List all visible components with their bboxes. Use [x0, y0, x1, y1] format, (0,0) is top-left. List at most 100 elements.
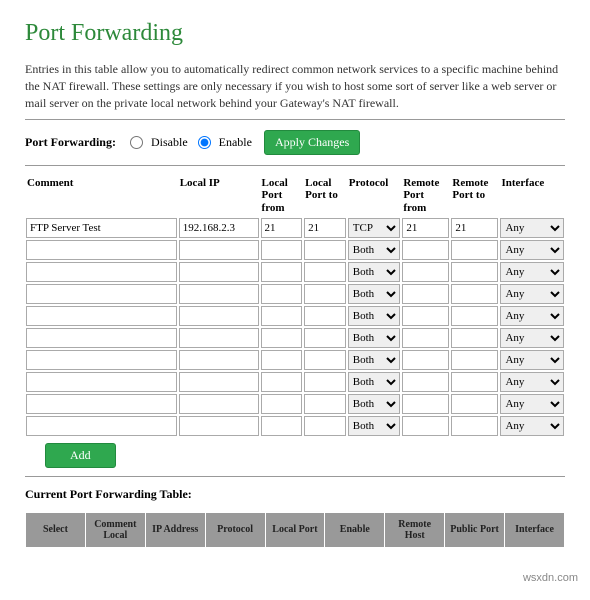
remote-port-from-input[interactable] [402, 372, 449, 392]
local-port-from-input[interactable] [261, 240, 303, 260]
interface-select[interactable]: Any [500, 284, 564, 304]
header-interface: Interface [499, 174, 565, 216]
local-ip-input[interactable] [179, 306, 259, 326]
local-port-to-input[interactable] [304, 284, 346, 304]
protocol-select[interactable]: Both [348, 416, 401, 436]
remote-port-to-input[interactable] [451, 328, 498, 348]
remote-port-from-input[interactable] [402, 328, 449, 348]
local-ip-input[interactable] [179, 394, 259, 414]
table-row: Both Any [25, 349, 565, 371]
local-ip-input[interactable] [179, 328, 259, 348]
local-port-to-input[interactable] [304, 306, 346, 326]
local-port-to-input[interactable] [304, 350, 346, 370]
interface-select[interactable]: Any [500, 240, 564, 260]
remote-port-to-input[interactable] [451, 262, 498, 282]
local-port-to-input[interactable] [304, 218, 346, 238]
remote-port-from-input[interactable] [402, 218, 449, 238]
table-row: TCP Any [25, 217, 565, 239]
port-forwarding-entry-table: Comment Local IP Local Port from Local P… [25, 174, 565, 436]
port-forwarding-toggle-row: Port Forwarding: Disable Enable Apply Ch… [25, 130, 565, 155]
protocol-select[interactable]: TCP [348, 218, 401, 238]
local-port-from-input[interactable] [261, 262, 303, 282]
comment-input[interactable] [26, 306, 177, 326]
local-port-from-input[interactable] [261, 328, 303, 348]
local-port-from-input[interactable] [261, 372, 303, 392]
interface-select[interactable]: Any [500, 372, 564, 392]
protocol-select[interactable]: Both [348, 262, 401, 282]
header-comment: Comment [25, 174, 178, 216]
disable-label: Disable [151, 135, 188, 150]
local-port-to-input[interactable] [304, 240, 346, 260]
comment-input[interactable] [26, 350, 177, 370]
table-row: Both Any [25, 261, 565, 283]
local-ip-input[interactable] [179, 240, 259, 260]
comment-input[interactable] [26, 262, 177, 282]
table-row: Both Any [25, 305, 565, 327]
enable-radio[interactable] [198, 136, 211, 149]
local-port-from-input[interactable] [261, 350, 303, 370]
local-port-to-input[interactable] [304, 372, 346, 392]
comment-input[interactable] [26, 416, 177, 436]
interface-select[interactable]: Any [500, 350, 564, 370]
local-port-to-input[interactable] [304, 416, 346, 436]
comment-input[interactable] [26, 328, 177, 348]
remote-port-to-input[interactable] [451, 350, 498, 370]
divider [25, 165, 565, 166]
remote-port-to-input[interactable] [451, 306, 498, 326]
local-port-to-input[interactable] [304, 328, 346, 348]
protocol-select[interactable]: Both [348, 240, 401, 260]
header-protocol: Protocol [347, 174, 402, 216]
protocol-select[interactable]: Both [348, 350, 401, 370]
remote-port-to-input[interactable] [451, 284, 498, 304]
remote-port-from-input[interactable] [402, 240, 449, 260]
interface-select[interactable]: Any [500, 394, 564, 414]
add-button[interactable]: Add [45, 443, 116, 468]
comment-input[interactable] [26, 372, 177, 392]
table-row: Both Any [25, 393, 565, 415]
protocol-select[interactable]: Both [348, 372, 401, 392]
remote-port-to-input[interactable] [451, 394, 498, 414]
local-ip-input[interactable] [179, 350, 259, 370]
local-ip-input[interactable] [179, 262, 259, 282]
remote-port-to-input[interactable] [451, 372, 498, 392]
remote-port-from-input[interactable] [402, 416, 449, 436]
local-port-from-input[interactable] [261, 306, 303, 326]
remote-port-to-input[interactable] [451, 240, 498, 260]
comment-input[interactable] [26, 394, 177, 414]
interface-select[interactable]: Any [500, 262, 564, 282]
interface-select[interactable]: Any [500, 328, 564, 348]
remote-port-from-input[interactable] [402, 306, 449, 326]
table-row: Both Any [25, 239, 565, 261]
remote-port-from-input[interactable] [402, 350, 449, 370]
remote-port-to-input[interactable] [451, 416, 498, 436]
interface-select[interactable]: Any [500, 306, 564, 326]
local-port-to-input[interactable] [304, 394, 346, 414]
protocol-select[interactable]: Both [348, 328, 401, 348]
disable-radio[interactable] [130, 136, 143, 149]
local-ip-input[interactable] [179, 284, 259, 304]
local-ip-input[interactable] [179, 218, 259, 238]
interface-select[interactable]: Any [500, 218, 564, 238]
local-port-from-input[interactable] [261, 394, 303, 414]
current-header-local-port: Local Port [265, 512, 325, 547]
comment-input[interactable] [26, 240, 177, 260]
local-port-from-input[interactable] [261, 416, 303, 436]
table-header-row: Comment Local IP Local Port from Local P… [25, 174, 565, 216]
local-port-to-input[interactable] [304, 262, 346, 282]
local-port-from-input[interactable] [261, 218, 303, 238]
protocol-select[interactable]: Both [348, 306, 401, 326]
remote-port-from-input[interactable] [402, 284, 449, 304]
local-ip-input[interactable] [179, 416, 259, 436]
remote-port-to-input[interactable] [451, 218, 498, 238]
protocol-select[interactable]: Both [348, 284, 401, 304]
protocol-select[interactable]: Both [348, 394, 401, 414]
local-ip-input[interactable] [179, 372, 259, 392]
comment-input[interactable] [26, 284, 177, 304]
remote-port-from-input[interactable] [402, 394, 449, 414]
remote-port-from-input[interactable] [402, 262, 449, 282]
interface-select[interactable]: Any [500, 416, 564, 436]
current-header-ip-address: IP Address [145, 512, 205, 547]
local-port-from-input[interactable] [261, 284, 303, 304]
apply-changes-button[interactable]: Apply Changes [264, 130, 360, 155]
comment-input[interactable] [26, 218, 177, 238]
